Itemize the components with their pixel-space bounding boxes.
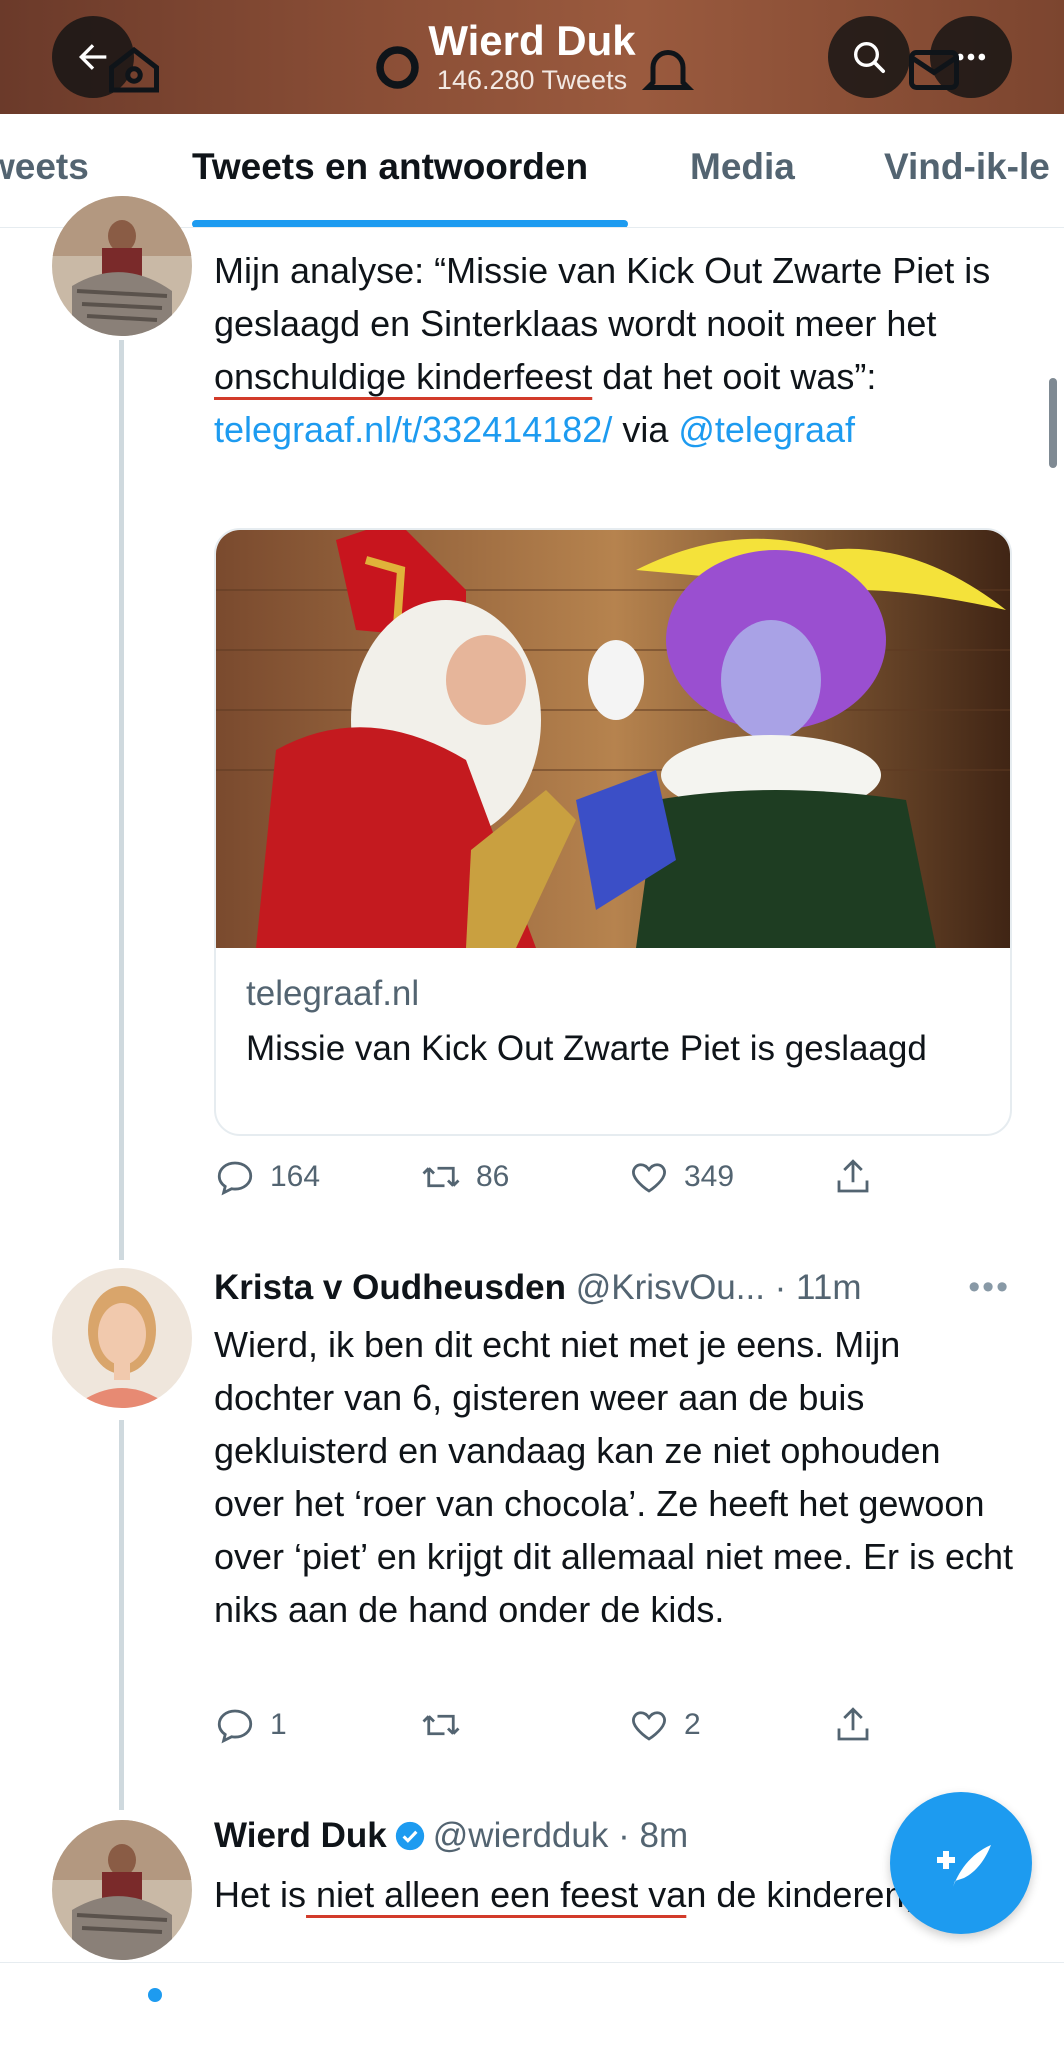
heart-icon [632, 1711, 666, 1741]
active-tab-indicator [192, 220, 628, 227]
tweet-text: Mijn analyse: “Missie van Kick Out Zwart… [214, 244, 1014, 456]
like-button[interactable]: 349 [628, 1156, 734, 1198]
thread-connector [119, 340, 124, 1260]
messages-icon[interactable] [904, 40, 964, 100]
tweet-text-segment: Mijn analyse: “Missie van Kick Out Zwart… [214, 250, 991, 344]
tweet-text-segment: Het is [214, 1874, 307, 1915]
share-icon [837, 1159, 869, 1193]
annotated-text: niet alleen een feest va [306, 1874, 687, 1915]
share-button[interactable] [832, 1704, 874, 1746]
tweet-actions: 164 86 349 [214, 1156, 1014, 1210]
like-button[interactable]: 2 [628, 1704, 701, 1746]
retweet-count: 86 [476, 1160, 510, 1193]
search-icon [854, 42, 885, 73]
mention-link[interactable]: @telegraaf [678, 409, 855, 450]
home-icon[interactable] [104, 40, 164, 100]
reply-icon [217, 1161, 253, 1196]
reply-icon [217, 1709, 253, 1744]
tweet-header: Wierd Duk @wierdduk · 8m [214, 1816, 688, 1856]
tweet-text: Wierd, ik ben dit echt niet met je eens.… [214, 1324, 1014, 1630]
reply-count: 1 [270, 1708, 287, 1741]
verified-badge-icon [395, 1821, 424, 1851]
author-handle[interactable]: @wierdduk [433, 1816, 609, 1855]
notifications-icon[interactable] [638, 40, 698, 100]
card-domain: telegraaf.nl [246, 974, 420, 1013]
avatar[interactable] [52, 196, 192, 336]
thread-connector [119, 1420, 124, 1810]
compose-tweet-button[interactable] [890, 1792, 1032, 1934]
share-icon [837, 1707, 869, 1741]
tab-likes[interactable]: Vind-ik-le [884, 146, 1050, 188]
like-count: 2 [684, 1708, 701, 1741]
tweet-time: · 8m [618, 1816, 689, 1855]
search-icon[interactable] [370, 40, 430, 100]
share-button[interactable] [832, 1156, 874, 1198]
tweet-text-segment: via [612, 409, 679, 450]
tab-media[interactable]: Media [690, 146, 795, 188]
avatar[interactable] [52, 1268, 192, 1408]
tweet-time: · 11m [774, 1268, 862, 1307]
retweet-icon [422, 1166, 460, 1188]
tab-tweets[interactable]: weets [0, 146, 89, 188]
compose-feather-icon [937, 1845, 991, 1890]
tweet-more-icon[interactable]: ••• [968, 1268, 1010, 1307]
reply-button[interactable]: 1 [214, 1704, 287, 1746]
notification-dot [148, 1988, 162, 2002]
reply-count: 164 [270, 1160, 321, 1193]
card-title: Missie van Kick Out Zwarte Piet is gesla… [246, 1029, 927, 1068]
like-count: 349 [684, 1160, 735, 1193]
retweet-icon [422, 1714, 460, 1736]
heart-icon [632, 1163, 666, 1193]
avatar[interactable] [52, 1820, 192, 1960]
author-handle[interactable]: @KrisvOu... [576, 1268, 765, 1307]
search-button[interactable] [828, 16, 910, 98]
tweet-text-segment: dat het ooit was”: [592, 356, 877, 397]
tab-tweets-and-replies[interactable]: Tweets en antwoorden [192, 146, 588, 188]
bottom-navigation [0, 1962, 1064, 2048]
author-name[interactable]: Krista v Oudheusden [214, 1268, 566, 1307]
tweet-actions: 1 2 [214, 1704, 1014, 1758]
annotated-text: onschuldige kinderfeest [214, 356, 593, 397]
tweet-link[interactable]: telegraaf.nl/t/332414182/ [214, 409, 612, 450]
card-image [216, 530, 1010, 948]
reply-button[interactable]: 164 [214, 1156, 320, 1198]
retweet-button[interactable] [420, 1704, 476, 1746]
link-card[interactable]: telegraaf.nl Missie van Kick Out Zwarte … [214, 528, 1012, 1136]
tweet-header: Krista v Oudheusden @KrisvOu... · 11m [214, 1268, 862, 1308]
retweet-button[interactable]: 86 [420, 1156, 509, 1198]
scrollbar[interactable] [1049, 378, 1057, 468]
author-name[interactable]: Wierd Duk [214, 1816, 387, 1855]
